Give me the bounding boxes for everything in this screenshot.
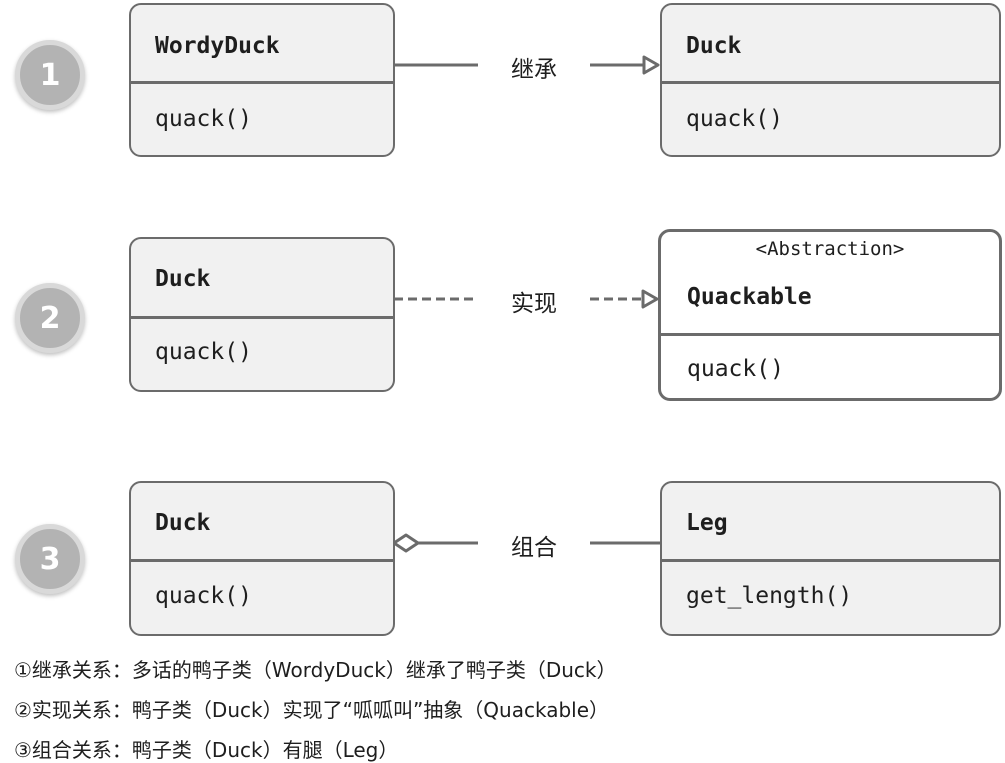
class-method: quack()	[155, 106, 252, 132]
stereotype-label: <Abstraction>	[755, 238, 905, 260]
realization-arrowhead	[641, 289, 659, 309]
class-name: WordyDuck	[155, 33, 280, 59]
class-box-leg: Leg get_length()	[660, 481, 1001, 636]
class-method: quack()	[155, 583, 252, 609]
class-name: Duck	[155, 510, 211, 536]
caption-composition: ③组合关系：鸭子类（Duck）有腿（Leg）	[14, 738, 399, 762]
composition-label: 组合	[511, 535, 557, 561]
step-badge-1: 1	[15, 40, 85, 110]
class-box-duck-parent: Duck quack()	[660, 3, 1001, 157]
interface-box-quackable: <Abstraction> Quackable quack()	[658, 229, 1002, 401]
caption-inheritance: ①继承关系：多话的鸭子类（WordyDuck）继承了鸭子类（Duck）	[14, 658, 617, 682]
class-name: Duck	[155, 266, 211, 292]
realization-label: 实现	[511, 291, 557, 317]
class-box-duck-realizer: Duck quack()	[129, 237, 395, 392]
step-badge-3: 3	[15, 524, 85, 594]
class-method: get_length()	[686, 583, 853, 609]
interface-name: Quackable	[687, 284, 812, 310]
class-method: quack()	[155, 339, 252, 365]
inheritance-label: 继承	[511, 57, 557, 83]
composition-diamond	[392, 533, 420, 553]
class-box-duck-composite: Duck quack()	[129, 481, 395, 636]
inheritance-arrowhead	[642, 55, 660, 75]
step-badge-2: 2	[15, 283, 85, 353]
class-name: Duck	[686, 33, 742, 59]
class-box-wordyduck: WordyDuck quack()	[129, 3, 395, 157]
class-method: quack()	[686, 106, 783, 132]
class-name: Leg	[686, 510, 728, 536]
caption-realization: ②实现关系：鸭子类（Duck）实现了“呱呱叫”抽象（Quackable）	[14, 698, 610, 722]
interface-method: quack()	[687, 356, 784, 382]
